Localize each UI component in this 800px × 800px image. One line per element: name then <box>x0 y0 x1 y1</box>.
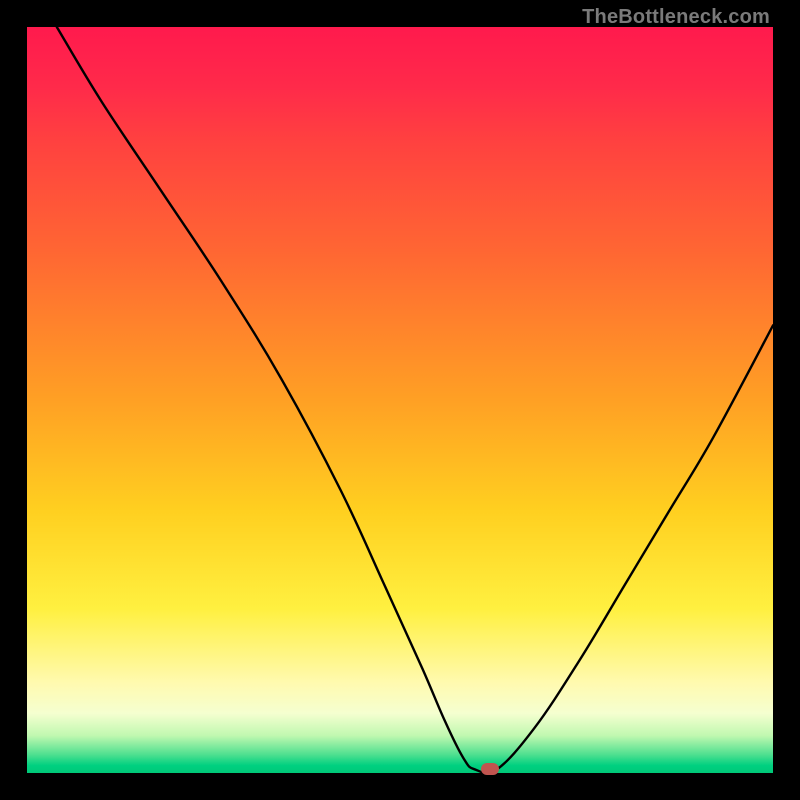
optimum-marker <box>481 763 499 775</box>
watermark-text: TheBottleneck.com <box>582 6 770 29</box>
curve-layer <box>27 27 773 773</box>
chart-frame: TheBottleneck.com <box>0 0 800 800</box>
plot-area <box>27 27 773 773</box>
bottleneck-curve <box>57 27 773 773</box>
